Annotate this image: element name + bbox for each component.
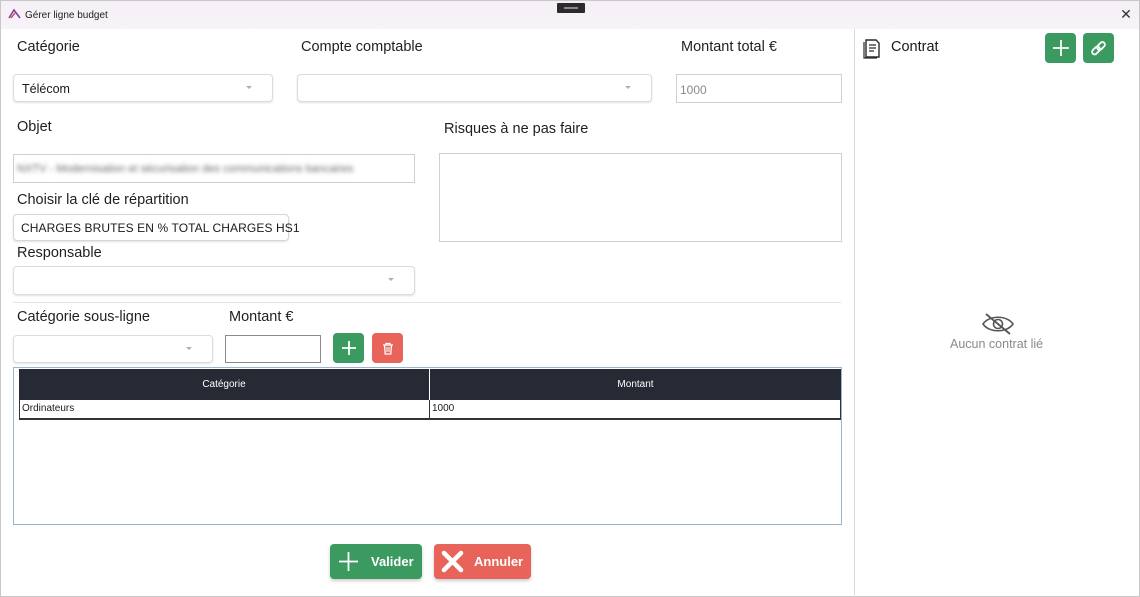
montant-input[interactable] bbox=[225, 335, 321, 363]
sublines-table[interactable]: Catégorie Montant Ordinateurs 1000 bbox=[13, 367, 842, 525]
app-logo-icon bbox=[8, 8, 21, 19]
document-icon bbox=[863, 39, 880, 59]
contrat-title: Contrat bbox=[891, 39, 939, 55]
chevron-down-icon bbox=[246, 86, 252, 89]
window-title: Gérer ligne budget bbox=[25, 10, 108, 21]
plus-icon bbox=[341, 341, 356, 355]
cell-categorie[interactable]: Ordinateurs bbox=[20, 400, 430, 418]
cle-repartition-label: Choisir la clé de répartition bbox=[17, 192, 189, 208]
objet-label: Objet bbox=[17, 119, 52, 135]
table-row[interactable]: Ordinateurs 1000 bbox=[19, 400, 841, 420]
link-icon bbox=[1091, 40, 1106, 55]
montant-total-value: 1000 bbox=[680, 83, 707, 97]
montant-label: Montant € bbox=[229, 309, 294, 325]
objet-value: NXTV - Modernisation et sécurisation des… bbox=[17, 163, 354, 175]
cle-repartition-selector[interactable]: CHARGES BRUTES EN % TOTAL CHARGES HS1 bbox=[13, 214, 300, 241]
valider-button[interactable]: Valider bbox=[330, 544, 422, 579]
add-contrat-button[interactable] bbox=[1045, 33, 1076, 63]
trash-icon bbox=[382, 342, 393, 355]
compte-comptable-dropdown[interactable] bbox=[297, 74, 652, 102]
close-x-icon bbox=[441, 550, 464, 573]
compte-comptable-label: Compte comptable bbox=[301, 39, 423, 55]
plus-icon bbox=[1052, 40, 1069, 56]
cell-montant[interactable]: 1000 bbox=[430, 400, 840, 418]
dialog-window: Gérer ligne budget ✕ Catégorie Télécom C… bbox=[0, 0, 1140, 597]
eye-off-icon bbox=[982, 313, 1014, 335]
categorie-dropdown[interactable]: Télécom bbox=[13, 74, 273, 102]
chevron-down-icon bbox=[388, 278, 394, 281]
column-header-categorie[interactable]: Catégorie bbox=[19, 369, 430, 400]
categorie-label: Catégorie bbox=[17, 39, 80, 55]
plus-icon bbox=[339, 552, 358, 571]
close-button[interactable]: ✕ bbox=[1119, 7, 1133, 21]
title-bar[interactable]: Gérer ligne budget ✕ bbox=[1, 1, 1139, 29]
responsable-label: Responsable bbox=[17, 245, 102, 261]
no-contract-text: Aucun contrat lié bbox=[950, 337, 1044, 351]
table-header: Catégorie Montant bbox=[19, 369, 841, 400]
montant-total-label: Montant total € bbox=[681, 39, 777, 55]
link-contrat-button[interactable] bbox=[1083, 33, 1114, 63]
section-divider bbox=[13, 302, 841, 303]
categorie-sous-ligne-label: Catégorie sous-ligne bbox=[17, 309, 150, 325]
chevron-down-icon bbox=[186, 347, 192, 350]
drag-handle[interactable] bbox=[557, 3, 585, 13]
objet-field[interactable]: NXTV - Modernisation et sécurisation des… bbox=[13, 154, 415, 183]
categorie-value: Télécom bbox=[22, 82, 70, 96]
chevron-down-icon bbox=[625, 86, 631, 89]
risques-textarea[interactable] bbox=[439, 153, 842, 242]
delete-subline-button[interactable] bbox=[372, 333, 403, 363]
add-subline-button[interactable] bbox=[333, 333, 364, 363]
montant-total-field: 1000 bbox=[676, 74, 842, 103]
annuler-label: Annuler bbox=[474, 554, 524, 569]
responsable-dropdown[interactable] bbox=[13, 266, 415, 295]
valider-label: Valider bbox=[371, 554, 414, 569]
categorie-sous-ligne-dropdown[interactable] bbox=[13, 335, 213, 363]
column-header-montant[interactable]: Montant bbox=[430, 369, 841, 400]
panel-separator bbox=[854, 29, 855, 597]
annuler-button[interactable]: Annuler bbox=[434, 544, 531, 579]
risques-label: Risques à ne pas faire bbox=[444, 121, 589, 137]
